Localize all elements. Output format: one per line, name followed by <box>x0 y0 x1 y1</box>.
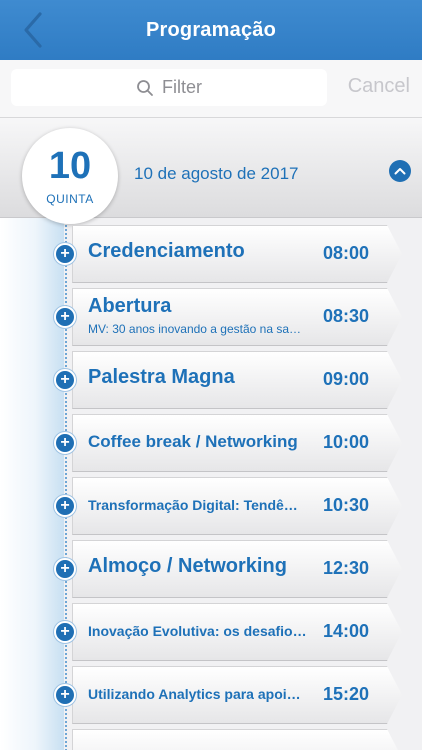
event-time: 12:30 <box>323 558 370 578</box>
day-number: 10 <box>48 145 92 187</box>
event-time: 10:00 <box>323 432 370 452</box>
day-header[interactable]: 10 QUINTA 10 de agosto de 2017 <box>0 118 422 224</box>
event-row[interactable]: + Utilizando Analytics para apoi… 15:20 <box>54 666 414 724</box>
event-title: Palestra Magna <box>88 366 235 388</box>
event-title: Abertura <box>88 295 172 317</box>
event-title: Utilizando Analytics para apoi… <box>88 686 301 702</box>
event-time: 08:00 <box>323 243 370 263</box>
event-row[interactable]: + Inovação Evolutiva: os desafio… 14:00 <box>54 603 414 661</box>
expand-plus-icon[interactable]: + <box>54 306 76 328</box>
collapse-button[interactable] <box>389 160 411 182</box>
event-row[interactable]: + Coffee break / Networking 10:00 <box>54 414 414 472</box>
event-time: 10:30 <box>323 495 370 515</box>
event-title: Transformação Digital: Tendê… <box>88 497 298 513</box>
search-input[interactable]: Filter <box>11 69 327 106</box>
expand-plus-icon[interactable]: + <box>54 621 76 643</box>
schedule-list[interactable]: 10 QUINTA 10 de agosto de 2017 + Credenc… <box>0 118 422 750</box>
event-title: Inovação Evolutiva: os desafio… <box>88 623 307 639</box>
page-title: Programação <box>145 18 277 41</box>
event-time: 15:20 <box>323 684 370 704</box>
search-bar: Filter Cancel <box>0 60 422 118</box>
event-row[interactable]: + Credenciamento 08:00 <box>54 225 414 283</box>
expand-plus-icon[interactable]: + <box>54 432 76 454</box>
event-title: Coffee break / Networking <box>88 432 298 451</box>
event-row[interactable]: + Abertura MV: 30 anos inovando a gestão… <box>54 288 414 346</box>
navigation-bar: Programação <box>0 0 422 60</box>
event-time: 14:00 <box>323 621 370 641</box>
event-title: Almoço / Networking <box>88 555 287 577</box>
search-placeholder: Filter <box>162 77 202 97</box>
event-subtitle: MV: 30 anos inovando a gestão na sa… <box>88 322 302 336</box>
expand-plus-icon[interactable]: + <box>54 369 76 391</box>
event-card[interactable] <box>72 729 402 750</box>
search-icon <box>137 79 153 96</box>
chevron-up-icon <box>394 168 406 175</box>
expand-plus-icon[interactable]: + <box>54 558 76 580</box>
event-time: 09:00 <box>323 369 370 389</box>
back-chevron-icon[interactable] <box>18 10 48 50</box>
event-row[interactable]: + Palestra Magna 09:00 <box>54 351 414 409</box>
event-title: Credenciamento <box>88 240 245 262</box>
event-row-partial[interactable] <box>54 729 414 750</box>
expand-plus-icon[interactable]: + <box>54 243 76 265</box>
event-time: 08:30 <box>323 306 370 326</box>
cancel-button[interactable]: Cancel <box>348 75 410 98</box>
day-badge: 10 QUINTA <box>22 128 118 224</box>
expand-plus-icon[interactable]: + <box>54 684 76 706</box>
expand-plus-icon[interactable]: + <box>54 495 76 517</box>
event-row[interactable]: + Almoço / Networking 12:30 <box>54 540 414 598</box>
day-date: 10 de agosto de 2017 <box>134 164 299 183</box>
day-weekday: QUINTA <box>46 192 94 206</box>
event-row[interactable]: + Transformação Digital: Tendê… 10:30 <box>54 477 414 535</box>
